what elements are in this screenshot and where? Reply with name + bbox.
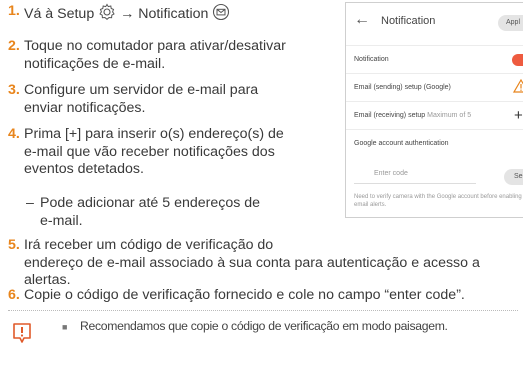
sub-step: – Pode adicionar até 5 endereços de e-ma… (26, 195, 260, 230)
step-5: 5. Irá receber um código de verificação … (8, 237, 523, 290)
step-number: 3. (8, 82, 20, 98)
notification-label: Notification (354, 56, 389, 63)
receiving-max-hint: Maximum of 5 (427, 112, 472, 119)
sending-setup-label: Email (sending) setup (Google) (354, 84, 451, 91)
screen-header: ← Notification Appl (346, 3, 523, 43)
step-text: Copie o código de verificação fornecido … (24, 287, 465, 303)
step-text: eventos detetados. (24, 161, 144, 177)
step-2: 2. Toque no comutador para ativar/desati… (8, 38, 286, 73)
step-text: Configure um servidor de e-mail para (24, 82, 259, 98)
step-text: Irá receber um código de verificação do (24, 237, 274, 253)
receiving-setup-label: Email (receiving) setup Maximum of 5 (354, 112, 471, 119)
note-bullet: ■ (62, 322, 68, 332)
verification-note: Need to verify camera with the Google ac… (354, 194, 522, 208)
step-text: endereço de e-mail associado à sua conta… (24, 254, 480, 271)
step-number: 4. (8, 126, 20, 142)
warning-icon (512, 78, 523, 98)
sub-step-text: Pode adicionar até 5 endereços de (40, 195, 261, 211)
step-text: Toque no comutador para ativar/desativar (24, 38, 286, 54)
code-input[interactable]: Enter code (354, 170, 476, 184)
plus-icon[interactable]: + (514, 108, 523, 123)
notification-row: Notification (346, 45, 523, 74)
step-text: Vá à Setup (24, 6, 99, 22)
receiving-setup-text: Email (receiving) setup (354, 112, 426, 119)
step-text-arrow: → Notification (116, 6, 213, 22)
step-4: 4. Prima [+] para inserir o(s) endereço(… (8, 126, 284, 179)
google-auth-row: Google account authentication (346, 129, 523, 158)
notification-toggle[interactable] (512, 54, 523, 66)
sub-step-text: e-mail. (40, 212, 83, 229)
step-number: 1. (8, 3, 20, 19)
step-6: 6. Copie o código de verificação forneci… (8, 287, 523, 305)
sub-step-dash: – (26, 195, 34, 211)
receiving-setup-row: Email (receiving) setup Maximum of 5 + (346, 101, 523, 130)
step-number: 6. (8, 287, 20, 303)
step-text: Prima [+] para inserir o(s) endereço(s) … (24, 126, 284, 142)
step-number: 2. (8, 38, 20, 54)
step-text: e-mail que vão receber notificações dos (24, 143, 275, 160)
step-text: enviar notificações. (24, 99, 146, 116)
divider (8, 310, 518, 311)
screen-title: Notification (381, 15, 436, 27)
step-text: notificações de e-mail. (24, 55, 166, 72)
step-3: 3. Configure um servidor de e-mail para … (8, 82, 258, 117)
send-button[interactable]: Send (504, 169, 523, 185)
apply-button[interactable]: Appl (498, 15, 523, 31)
notification-screen: ← Notification Appl Notification Email (… (345, 2, 523, 218)
google-auth-label: Google account authentication (354, 140, 449, 147)
note-text: Recomendamos que copie o código de verif… (80, 319, 448, 333)
sending-setup-row[interactable]: Email (sending) setup (Google) (346, 73, 523, 102)
mail-icon (212, 3, 230, 27)
step-number: 5. (8, 237, 20, 253)
caution-icon (11, 323, 33, 348)
back-arrow-icon[interactable]: ← (354, 11, 370, 29)
gear-icon (98, 3, 116, 27)
